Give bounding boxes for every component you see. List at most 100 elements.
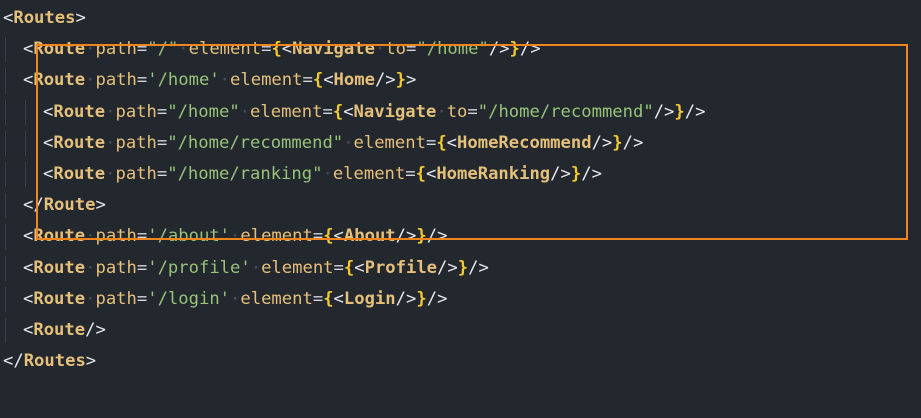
whitespace-marker: ·: [322, 163, 333, 184]
jsx-brace: }: [570, 163, 582, 184]
code-lines[interactable]: <Routes> <Route·path="/"·element={<Naviga…: [0, 0, 705, 377]
tag-punctuation: />: [519, 39, 541, 60]
equals-sign: =: [261, 39, 272, 60]
tag-punctuation: <: [323, 70, 334, 91]
string-literal: '/about': [147, 226, 231, 247]
jsx-brace: {: [312, 70, 324, 91]
whitespace-marker: ·: [105, 132, 116, 153]
tag-punctuation: />: [581, 163, 602, 184]
indent-guide: [3, 284, 23, 315]
tag-punctuation: >: [75, 8, 86, 28]
equals-sign: =: [156, 132, 168, 153]
whitespace-marker: ·: [250, 257, 262, 278]
whitespace-marker: ·: [85, 226, 96, 247]
whitespace-marker: ·: [230, 288, 241, 309]
equals-sign: =: [333, 257, 344, 278]
code-line[interactable]: <Route·path='/about'·element={<About/>}/…: [3, 221, 705, 252]
jsx-brace: {: [323, 226, 334, 247]
whitespace-marker: ·: [343, 132, 354, 153]
equals-sign: =: [136, 39, 148, 60]
tag-punctuation: >: [95, 195, 106, 216]
component-name: Routes: [23, 351, 86, 372]
component-name: HomeRecommend: [457, 132, 592, 153]
attribute-name: path: [95, 70, 137, 91]
component-name: Routes: [13, 8, 76, 28]
attribute-name: element: [188, 39, 262, 60]
code-line[interactable]: <Route/>: [3, 315, 705, 346]
whitespace-marker: ·: [436, 101, 447, 122]
jsx-brace: }: [395, 70, 407, 91]
tag-punctuation: />: [468, 257, 489, 278]
code-line[interactable]: <Route·path="/home"·element={<Navigate·t…: [3, 97, 705, 128]
tag-punctuation: <: [354, 257, 365, 278]
equals-sign: =: [136, 226, 148, 247]
tag-punctuation: <: [333, 226, 344, 247]
jsx-brace: }: [674, 101, 685, 122]
code-line[interactable]: </Routes>: [3, 346, 705, 377]
component-name: Navigate: [292, 39, 375, 60]
code-line[interactable]: <Routes>: [3, 3, 705, 34]
code-line[interactable]: <Route·path='/home'·element={<Home/>}>: [3, 65, 705, 96]
attribute-name: element: [353, 132, 426, 153]
component-name: HomeRanking: [436, 163, 551, 184]
equals-sign: =: [405, 163, 416, 184]
string-literal: "/": [147, 39, 179, 60]
tag-punctuation: />: [395, 288, 417, 309]
tag-punctuation: />: [684, 101, 706, 122]
attribute-name: element: [230, 70, 303, 91]
tag-punctuation: <: [23, 288, 34, 309]
component-name: Route: [53, 132, 106, 153]
indent-guide: [3, 65, 23, 96]
code-editor[interactable]: <Routes> <Route·path="/"·element={<Naviga…: [0, 0, 921, 418]
jsx-brace: }: [457, 257, 469, 278]
indent-guide: [3, 190, 23, 221]
attribute-name: path: [115, 101, 157, 122]
string-literal: '/home': [147, 70, 220, 91]
component-name: Route: [33, 70, 86, 91]
tag-punctuation: <: [23, 257, 34, 278]
equals-sign: =: [425, 132, 437, 153]
equals-sign: =: [322, 101, 333, 122]
jsx-brace: }: [509, 39, 520, 60]
whitespace-marker: ·: [85, 39, 96, 60]
component-name: Home: [333, 70, 375, 91]
equals-sign: =: [312, 288, 324, 309]
tag-punctuation: />: [622, 132, 644, 153]
attribute-name: element: [261, 257, 334, 278]
attribute-name: path: [95, 226, 137, 247]
string-literal: '/profile': [147, 257, 251, 278]
attribute-name: path: [95, 257, 137, 278]
tag-punctuation: <: [23, 39, 34, 60]
code-line[interactable]: <Route·path='/profile'·element={<Profile…: [3, 253, 705, 284]
jsx-brace: }: [416, 226, 427, 247]
whitespace-marker: ·: [374, 39, 386, 60]
tag-punctuation: />: [85, 319, 106, 340]
string-literal: "/home": [416, 39, 489, 60]
indent-guide: [23, 97, 43, 128]
tag-punctuation: </: [3, 351, 24, 372]
tag-punctuation: />: [426, 226, 448, 247]
attribute-name: element: [250, 101, 323, 122]
string-literal: "/home/ranking": [167, 163, 323, 184]
indent-guide: [3, 97, 23, 128]
component-name: Route: [33, 319, 86, 340]
tag-punctuation: <: [333, 288, 344, 309]
component-name: Profile: [364, 257, 438, 278]
tag-punctuation: />: [488, 39, 510, 60]
code-line[interactable]: <Route·path="/"·element={<Navigate·to="/…: [3, 34, 705, 65]
tag-punctuation: />: [653, 101, 675, 122]
code-line[interactable]: <Route·path='/login'·element={<Login/>}/…: [3, 284, 705, 315]
whitespace-marker: ·: [178, 39, 189, 60]
component-name: Route: [33, 257, 86, 278]
code-line[interactable]: <Route·path="/home/ranking"·element={<Ho…: [3, 159, 705, 190]
tag-punctuation: <: [23, 226, 34, 247]
tag-punctuation: />: [395, 226, 417, 247]
jsx-brace: {: [436, 132, 447, 153]
equals-sign: =: [136, 70, 148, 91]
equals-sign: =: [302, 70, 313, 91]
whitespace-marker: ·: [105, 101, 116, 122]
code-line[interactable]: <Route·path="/home/recommend"·element={<…: [3, 128, 705, 159]
code-line[interactable]: </Route>: [3, 190, 705, 221]
string-literal: "/home": [167, 101, 240, 122]
indent-guide: [3, 315, 23, 346]
